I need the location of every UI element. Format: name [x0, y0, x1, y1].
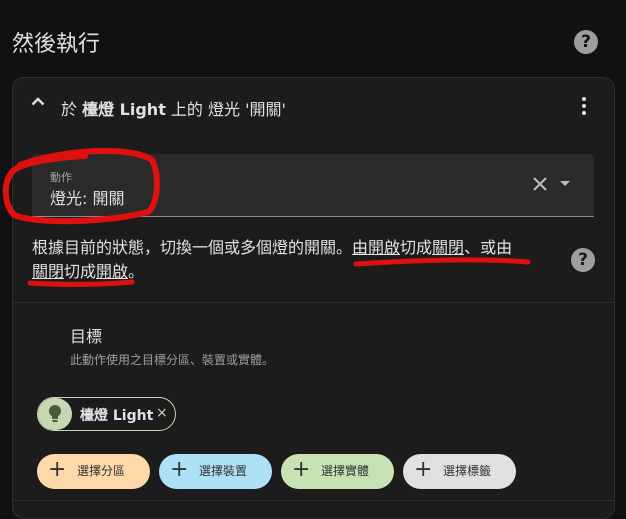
help-icon[interactable]: ?	[574, 30, 598, 54]
description-text-8: 開啟	[96, 262, 129, 281]
card-title-prefix: 於	[61, 100, 83, 119]
divider	[13, 302, 614, 303]
description-text-1: 根據目前的狀態，切換一個或多個燈的開關。	[32, 238, 353, 257]
select-area-button[interactable]: + 選擇分區	[37, 454, 150, 489]
select-device-button[interactable]: + 選擇裝置	[159, 454, 272, 489]
description-text-4: 關閉	[432, 238, 465, 257]
description-text-7: 切成	[64, 262, 97, 281]
action-card: 於 檯燈 Light 上的 燈光 '開關' 動作 燈光: 開關 根據目前的狀態，…	[12, 77, 615, 519]
chip-label: 檯燈 Light	[80, 408, 154, 424]
description-text-3: 切成	[400, 238, 433, 257]
chevron-down-icon[interactable]	[560, 181, 570, 186]
description-text-6: 關閉	[32, 262, 65, 281]
action-description: 根據目前的狀態，切換一個或多個燈的開關。由開啟切成關閉、或由 關閉切成開啟。	[32, 236, 532, 284]
divider	[13, 500, 614, 501]
select-label-label: 選擇標籤	[443, 464, 492, 478]
card-title-suffix: 上的 燈光 '開關'	[165, 100, 286, 119]
clear-icon[interactable]	[532, 176, 548, 192]
select-device-label: 選擇裝置	[199, 464, 248, 478]
card-header[interactable]: 於 檯燈 Light 上的 燈光 '開關'	[13, 78, 614, 134]
chip-remove-icon[interactable]: ×	[156, 405, 168, 421]
lightbulb-icon	[38, 398, 72, 430]
target-chip[interactable]: 檯燈 Light ×	[37, 397, 176, 431]
action-select[interactable]: 動作 燈光: 開關	[32, 154, 594, 217]
card-title: 於 檯燈 Light 上的 燈光 '開關'	[61, 96, 286, 120]
plus-icon: +	[292, 457, 311, 482]
select-entity-label: 選擇實體	[321, 464, 370, 478]
description-text-9: 。	[128, 262, 145, 281]
action-select-label: 動作	[50, 171, 72, 184]
more-options-icon[interactable]	[579, 94, 589, 118]
section-title: 然後執行	[12, 32, 101, 57]
description-help-icon[interactable]: ?	[571, 248, 595, 272]
plus-icon: +	[170, 457, 189, 482]
chevron-up-icon[interactable]	[31, 96, 45, 106]
card-title-device: 檯燈 Light	[82, 100, 166, 119]
plus-icon: +	[48, 457, 67, 482]
target-title: 目標	[70, 327, 103, 346]
action-select-value: 燈光: 開關	[50, 189, 125, 208]
plus-icon: +	[414, 457, 433, 482]
description-text-2: 由開啟	[352, 238, 401, 257]
target-subtitle: 此動作使用之目標分區、裝置或實體。	[70, 353, 275, 367]
select-entity-button[interactable]: + 選擇實體	[281, 454, 394, 489]
select-area-label: 選擇分區	[77, 464, 126, 478]
description-text-5: 、或由	[464, 238, 513, 257]
select-label-button[interactable]: + 選擇標籤	[403, 454, 516, 489]
